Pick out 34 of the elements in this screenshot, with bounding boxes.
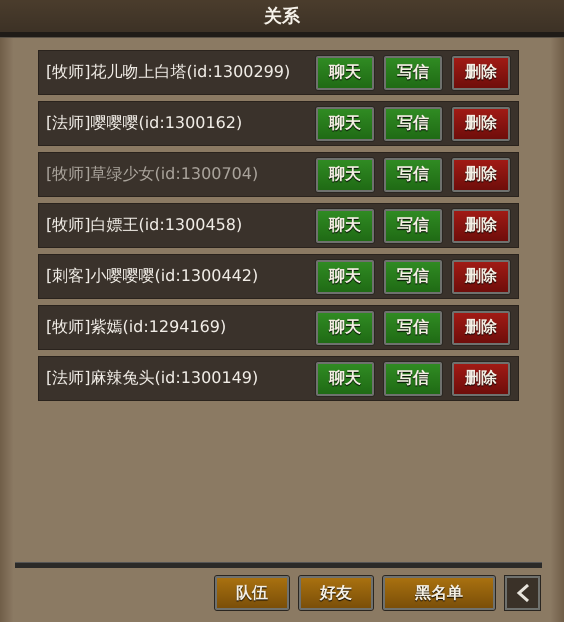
chat-button[interactable]: 聊天 [316,310,374,344]
mail-button[interactable]: 写信 [384,208,442,242]
chat-button[interactable]: 聊天 [316,362,374,396]
friend-name: [牧师]花儿吻上白塔(id:1300299) [46,62,292,83]
mail-button[interactable]: 写信 [384,106,442,140]
friend-name: [牧师]紫嫣(id:1294169) [46,317,228,338]
delete-button[interactable]: 删除 [452,106,510,140]
friend-name: [牧师]白嫖王(id:1300458) [46,215,244,236]
window-title: 关系 [264,5,300,28]
friend-name: [刺客]小嘤嘤嘤(id:1300442) [46,266,260,287]
chat-button[interactable]: 聊天 [316,260,374,294]
mail-button[interactable]: 写信 [384,310,442,344]
mail-button[interactable]: 写信 [384,158,442,192]
mail-button[interactable]: 写信 [384,56,442,90]
chevron-left-icon [516,583,530,603]
chat-button[interactable]: 聊天 [316,106,374,140]
tab-button[interactable]: 队伍 [215,576,289,610]
tab-button[interactable]: 好友 [299,576,373,610]
delete-button[interactable]: 删除 [452,260,510,294]
friend-name: [法师]麻辣兔头(id:1300149) [46,368,260,389]
friend-name: [法师]嘤嘤嘤(id:1300162) [46,113,244,134]
chat-button[interactable]: 聊天 [316,158,374,192]
chat-button[interactable]: 聊天 [316,56,374,90]
tab-button[interactable]: 黑名单 [383,576,495,610]
back-button[interactable] [505,576,540,610]
friend-name: [牧师]草绿少女(id:1300704) [46,164,260,185]
mail-button[interactable]: 写信 [384,260,442,294]
mail-button[interactable]: 写信 [384,362,442,396]
chat-button[interactable]: 聊天 [316,208,374,242]
delete-button[interactable]: 删除 [452,158,510,192]
delete-button[interactable]: 删除 [452,362,510,396]
delete-button[interactable]: 删除 [452,56,510,90]
delete-button[interactable]: 删除 [452,208,510,242]
delete-button[interactable]: 删除 [452,310,510,344]
